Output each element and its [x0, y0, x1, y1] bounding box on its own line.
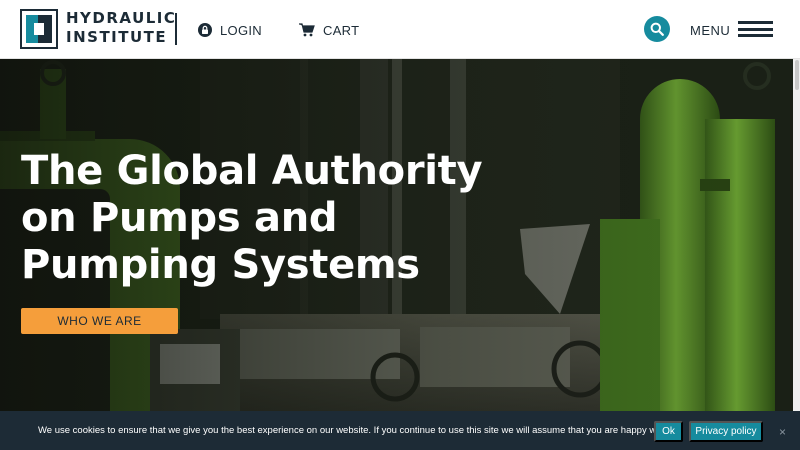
hero-banner: The Global Authority on Pumps and Pumpin… — [0, 59, 793, 411]
search-button[interactable] — [644, 16, 670, 42]
cart-icon — [299, 23, 315, 37]
privacy-policy-button[interactable]: Privacy policy — [689, 421, 763, 442]
close-icon[interactable]: × — [779, 425, 786, 439]
logo-line-1: HYDRAULIC — [66, 9, 177, 27]
cart-link[interactable]: CART — [299, 20, 359, 40]
hero-headline-line-3: Pumping Systems — [21, 242, 420, 288]
logo-divider — [175, 13, 177, 45]
search-icon — [650, 22, 664, 36]
cart-label: CART — [323, 22, 360, 38]
cookie-message: We use cookies to ensure that we give yo… — [38, 425, 677, 436]
hamburger-icon[interactable] — [738, 21, 773, 37]
who-we-are-button[interactable]: WHO WE ARE — [21, 308, 178, 334]
page-scrollbar[interactable] — [793, 59, 800, 450]
logo-text: HYDRAULIC INSTITUTE — [66, 9, 176, 49]
menu-label[interactable]: MENU — [690, 23, 730, 38]
scrollbar-thumb[interactable] — [795, 60, 799, 90]
login-link[interactable]: LOGIN — [198, 20, 262, 40]
hero-headline-line-1: The Global Authority — [21, 148, 483, 194]
lock-icon — [198, 23, 212, 37]
site-header: HYDRAULIC INSTITUTE LOGIN CART MENU — [0, 0, 800, 59]
hydraulic-institute-logo[interactable]: HYDRAULIC INSTITUTE — [20, 9, 180, 49]
hero-headline: The Global Authority on Pumps and Pumpin… — [21, 148, 501, 289]
cookie-consent-bar: We use cookies to ensure that we give yo… — [0, 411, 800, 450]
cookie-ok-button[interactable]: Ok — [654, 421, 683, 442]
logo-line-2: INSTITUTE — [66, 28, 168, 46]
logo-mark-icon — [20, 9, 58, 49]
hero-headline-line-2: on Pumps and — [21, 195, 338, 241]
login-label: LOGIN — [220, 22, 262, 38]
